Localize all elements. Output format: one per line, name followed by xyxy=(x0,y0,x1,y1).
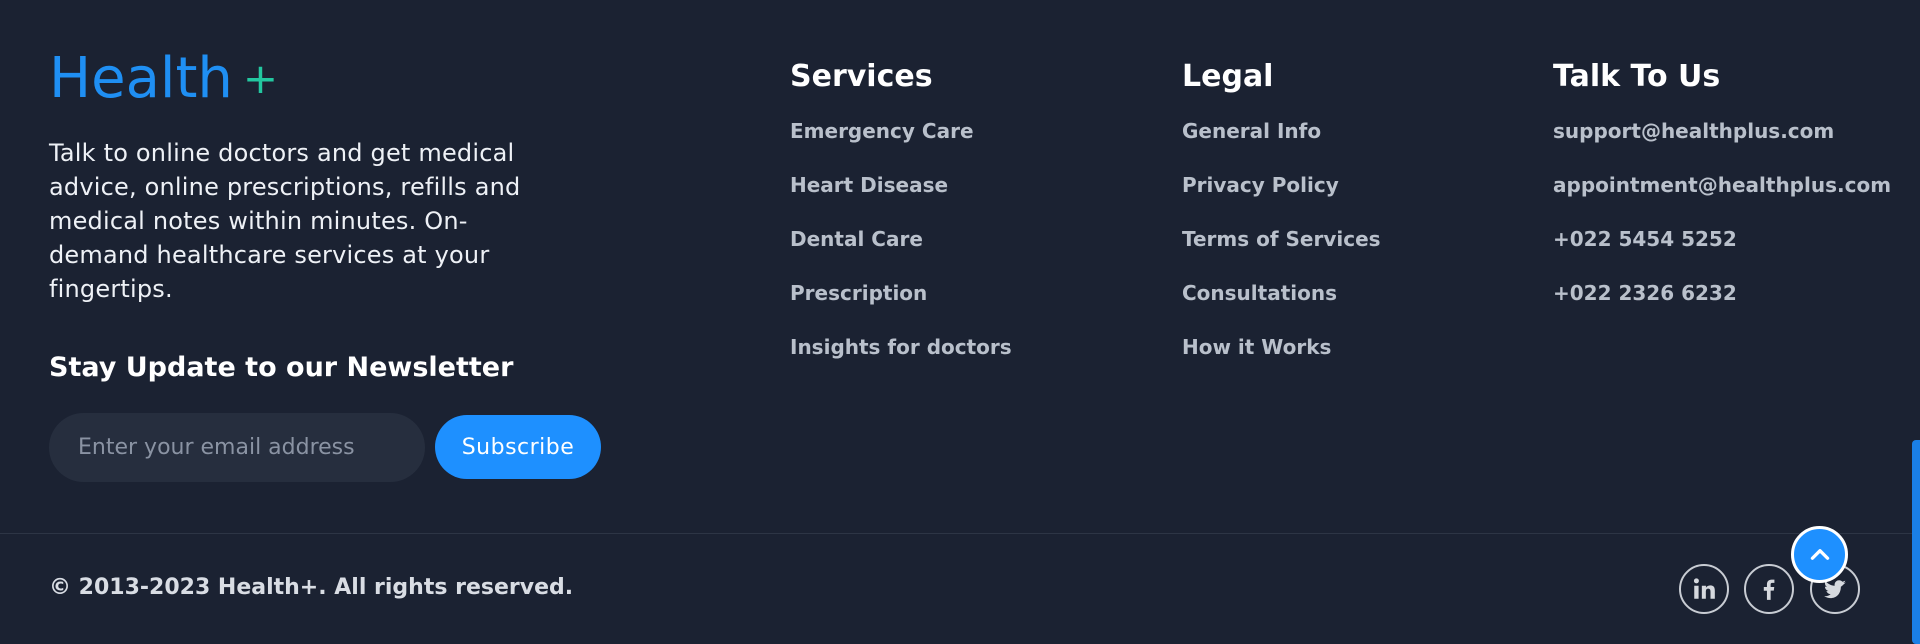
services-link-heart-disease[interactable]: Heart Disease xyxy=(790,172,1012,198)
copyright-text: © 2013-2023 Health+. All rights reserved… xyxy=(49,575,574,600)
contact-heading: Talk To Us xyxy=(1553,59,1721,94)
services-link-dental-care[interactable]: Dental Care xyxy=(790,226,1012,252)
legal-column: Legal General Info Privacy Policy Terms … xyxy=(1182,58,1381,388)
services-link-insights[interactable]: Insights for doctors xyxy=(790,334,1012,360)
brand-plus: + xyxy=(242,54,279,103)
about-text: Talk to online doctors and get medical a… xyxy=(49,139,521,303)
services-link-emergency-care[interactable]: Emergency Care xyxy=(790,118,1012,144)
brand-logo[interactable]: Health + xyxy=(49,46,278,112)
legal-link-terms[interactable]: Terms of Services xyxy=(1182,226,1381,252)
brand-name: Health xyxy=(49,46,233,111)
legal-link-how-it-works[interactable]: How it Works xyxy=(1182,334,1381,360)
services-column: Services Emergency Care Heart Disease De… xyxy=(790,58,1012,388)
legal-heading: Legal xyxy=(1182,59,1274,94)
legal-link-consultations[interactable]: Consultations xyxy=(1182,280,1381,306)
linkedin-icon[interactable] xyxy=(1679,564,1729,614)
newsletter-title: Stay Update to our Newsletter xyxy=(49,352,514,383)
contact-column: Talk To Us support@healthplus.com appoin… xyxy=(1553,58,1891,334)
scrollbar-thumb[interactable] xyxy=(1912,440,1920,644)
footer-top: Health + Talk to online doctors and get m… xyxy=(0,0,1920,533)
legal-link-general-info[interactable]: General Info xyxy=(1182,118,1381,144)
footer-divider xyxy=(0,533,1912,534)
services-heading: Services xyxy=(790,59,933,94)
contact-phone-2[interactable]: +022 2326 6232 xyxy=(1553,280,1891,306)
newsletter-email-input[interactable] xyxy=(49,413,425,482)
subscribe-button[interactable]: Subscribe xyxy=(435,415,601,479)
contact-appointment-email[interactable]: appointment@healthplus.com xyxy=(1553,172,1891,198)
back-to-top-button[interactable] xyxy=(1791,526,1848,583)
legal-link-privacy-policy[interactable]: Privacy Policy xyxy=(1182,172,1381,198)
contact-phone-1[interactable]: +022 5454 5252 xyxy=(1553,226,1891,252)
contact-support-email[interactable]: support@healthplus.com xyxy=(1553,118,1891,144)
chevron-up-icon xyxy=(1810,548,1829,560)
facebook-icon[interactable] xyxy=(1744,564,1794,614)
page-scrollbar[interactable] xyxy=(1912,0,1920,644)
services-link-prescription[interactable]: Prescription xyxy=(790,280,1012,306)
